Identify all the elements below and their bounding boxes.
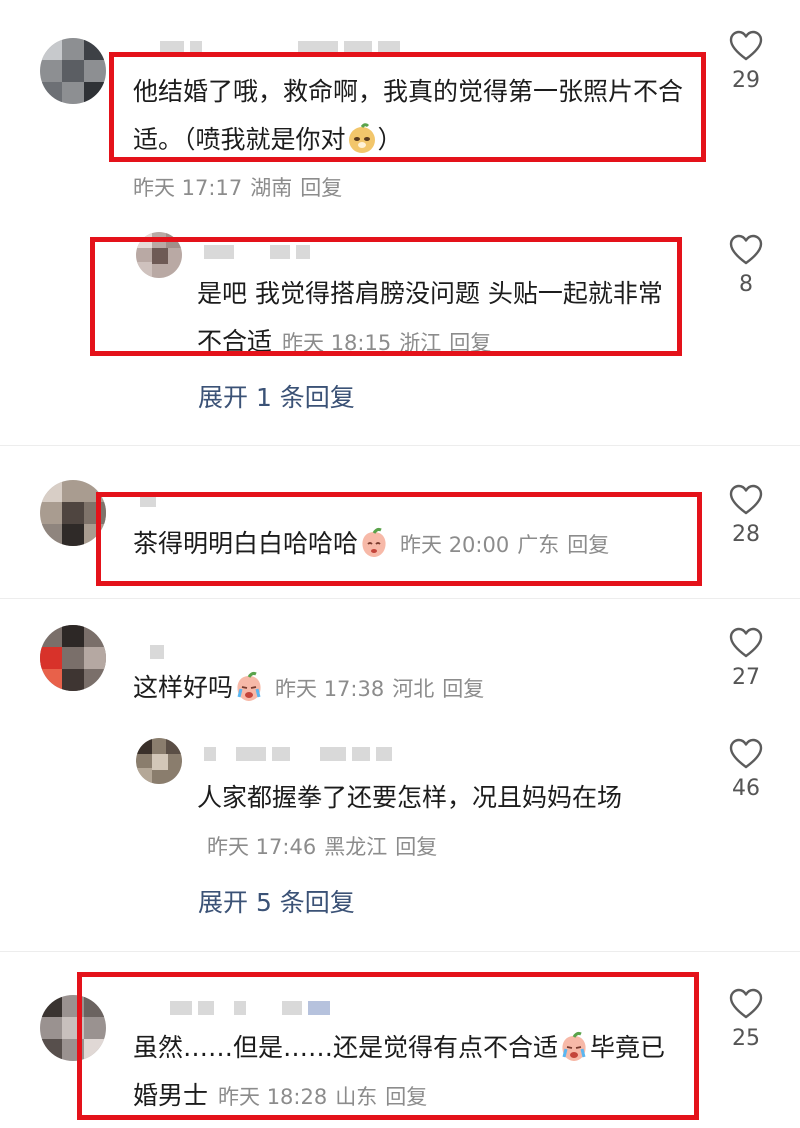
comment-location: 河北 <box>392 677 435 701</box>
heart-icon <box>729 234 763 265</box>
like-button[interactable]: 25 <box>716 988 776 1051</box>
comment-time: 昨天 17:38 <box>275 677 385 701</box>
like-button[interactable]: 8 <box>716 234 776 297</box>
divider <box>0 951 800 952</box>
heart-icon <box>729 988 763 1019</box>
like-button[interactable]: 46 <box>716 738 776 801</box>
crying-peach-icon <box>237 671 261 701</box>
like-button[interactable]: 28 <box>716 484 776 547</box>
like-button[interactable]: 27 <box>716 627 776 690</box>
like-count: 27 <box>732 665 760 690</box>
username[interactable] <box>204 746 398 761</box>
like-count: 29 <box>732 68 760 93</box>
comment-text: 人家都握拳了还要怎样，况且妈妈在场昨天 17:46 黑龙江 回复 <box>197 783 623 859</box>
comment-meta: 昨天 17:17 湖南 回复 <box>133 172 350 202</box>
reply-button[interactable]: 回复 <box>300 176 342 200</box>
heart-icon <box>729 484 763 515</box>
comment-location: 黑龙江 <box>324 835 388 859</box>
reply-button[interactable]: 回复 <box>442 677 484 701</box>
heart-icon <box>729 738 763 769</box>
highlight-box <box>96 492 702 586</box>
comment-location: 湖南 <box>250 176 293 200</box>
highlight-box <box>90 237 682 356</box>
reply-button[interactable]: 回复 <box>395 835 437 859</box>
comment-text: 这样好吗 昨天 17:38 河北 回复 <box>133 671 485 702</box>
heart-icon <box>729 627 763 658</box>
avatar[interactable] <box>40 38 106 104</box>
comment-time: 昨天 17:46 <box>207 835 317 859</box>
avatar[interactable] <box>40 625 106 691</box>
highlight-box <box>109 52 706 162</box>
avatar[interactable] <box>136 738 182 784</box>
expand-replies-button[interactable]: 展开 5 条回复 <box>198 883 355 919</box>
divider <box>0 445 800 446</box>
comment-time: 昨天 17:17 <box>133 176 243 200</box>
username[interactable] <box>150 644 170 659</box>
divider <box>0 598 800 599</box>
expand-replies-button[interactable]: 展开 1 条回复 <box>198 378 355 414</box>
heart-icon <box>729 30 763 61</box>
like-count: 25 <box>732 1026 760 1051</box>
like-button[interactable]: 29 <box>716 30 776 93</box>
like-count: 8 <box>739 272 753 297</box>
highlight-box <box>77 972 699 1120</box>
like-count: 46 <box>732 776 760 801</box>
like-count: 28 <box>732 522 760 547</box>
